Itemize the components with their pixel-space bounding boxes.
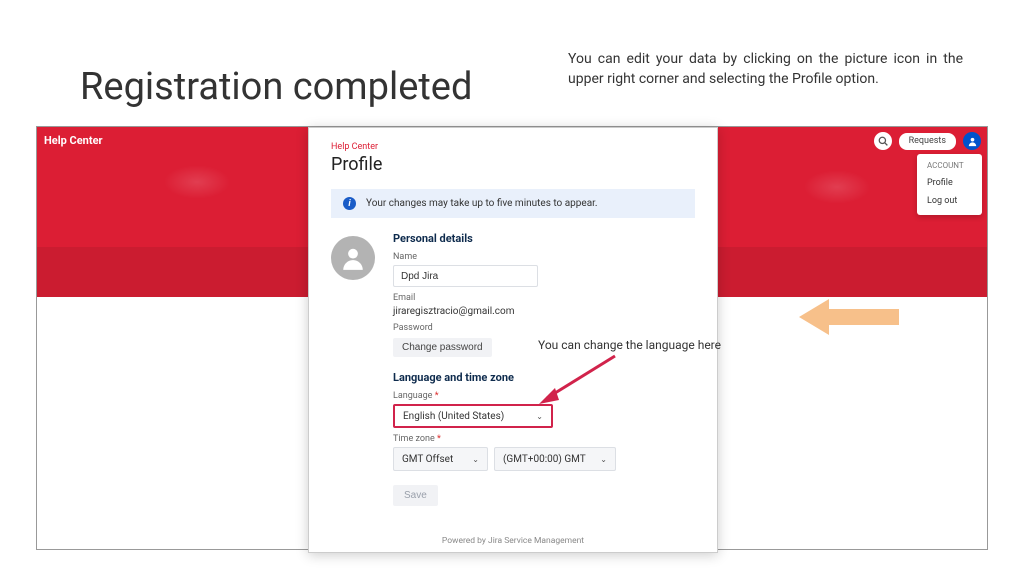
app-screenshot-frame: Help Center Requests ACCOUNT Profile Log…	[36, 126, 988, 550]
change-password-button[interactable]: Change password	[393, 338, 492, 357]
breadcrumb[interactable]: Help Center	[331, 142, 695, 152]
label-password: Password	[393, 323, 695, 333]
dropdown-item-logout[interactable]: Log out	[917, 192, 982, 210]
slide-title: Registration completed	[80, 65, 472, 109]
info-banner: i Your changes may take up to five minut…	[331, 189, 695, 218]
dropdown-heading: ACCOUNT	[917, 159, 982, 174]
topbar-actions: Requests	[874, 132, 981, 150]
label-name: Name	[393, 252, 695, 262]
chevron-down-icon: ⌄	[472, 455, 479, 464]
label-email: Email	[393, 293, 695, 303]
info-icon: i	[343, 197, 356, 210]
timezone-offset-value: GMT Offset	[402, 454, 453, 465]
page-title: Profile	[331, 154, 695, 175]
dropdown-item-profile[interactable]: Profile	[917, 174, 982, 192]
label-language: Language *	[393, 391, 695, 401]
requests-button[interactable]: Requests	[899, 133, 956, 150]
timezone-gmt-value: (GMT+00:00) GMT	[503, 454, 586, 465]
language-select[interactable]: English (United States) ⌄	[393, 404, 553, 428]
name-input[interactable]	[393, 265, 538, 287]
avatar-icon[interactable]	[963, 132, 981, 150]
language-selected-value: English (United States)	[403, 411, 504, 422]
info-text: Your changes may take up to five minutes…	[366, 198, 598, 209]
save-button[interactable]: Save	[393, 485, 438, 506]
profile-avatar-icon[interactable]	[331, 236, 375, 280]
timezone-value-select[interactable]: (GMT+00:00) GMT ⌄	[494, 447, 616, 471]
timezone-offset-select[interactable]: GMT Offset ⌄	[393, 447, 488, 471]
email-value: jiraregisztracio@gmail.com	[393, 306, 695, 317]
footer-poweredby: Powered by Jira Service Management	[309, 536, 717, 546]
search-icon[interactable]	[874, 132, 892, 150]
header-help-center-label: Help Center	[44, 134, 103, 147]
section-personal-heading: Personal details	[393, 232, 695, 245]
slide-instructions: You can edit your data by clicking on th…	[568, 50, 963, 89]
chevron-down-icon: ⌄	[600, 455, 607, 464]
account-dropdown: ACCOUNT Profile Log out	[917, 154, 982, 215]
section-language-heading: Language and time zone	[393, 371, 695, 384]
callout-language-note: You can change the language here	[538, 338, 721, 352]
chevron-down-icon: ⌄	[536, 412, 543, 421]
label-timezone: Time zone *	[393, 434, 695, 444]
